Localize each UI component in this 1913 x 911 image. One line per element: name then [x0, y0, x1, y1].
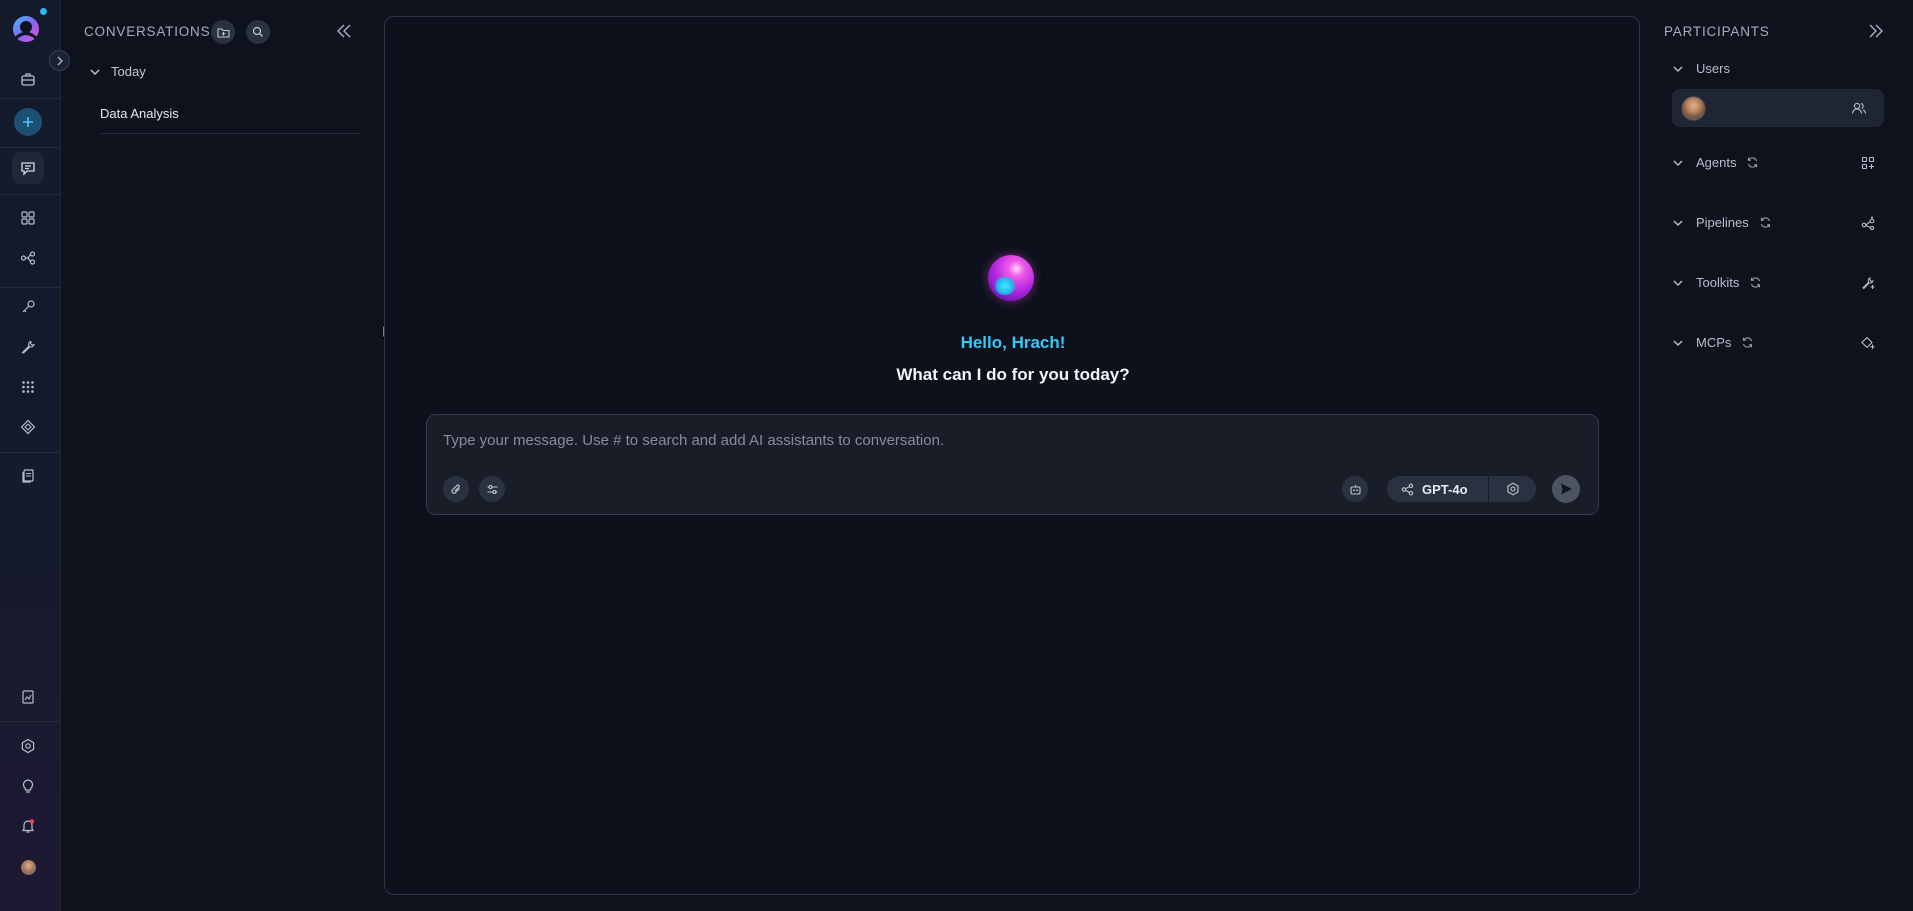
- chevron-down-icon: [90, 69, 100, 75]
- rail-divider: [0, 147, 61, 148]
- share-icon: [1401, 483, 1414, 495]
- section-label: Pipelines: [1696, 215, 1749, 230]
- settings-icon[interactable]: [12, 730, 44, 762]
- message-composer: GPT-4o: [426, 414, 1599, 515]
- key-icon[interactable]: [12, 291, 44, 323]
- lightbulb-icon[interactable]: [12, 770, 44, 802]
- message-input[interactable]: [443, 429, 1543, 451]
- chevron-down-icon: [1673, 220, 1683, 226]
- section-mcps[interactable]: MCPs: [1672, 335, 1754, 350]
- add-pipeline-icon[interactable]: [1861, 216, 1875, 230]
- reports-icon[interactable]: [12, 681, 44, 713]
- section-label: Users: [1696, 61, 1730, 76]
- section-pipelines[interactable]: Pipelines: [1672, 215, 1772, 230]
- icon-rail: [0, 0, 70, 911]
- paperclip-icon: [450, 483, 460, 494]
- apps-icon[interactable]: [12, 371, 44, 403]
- section-toolkits[interactable]: Toolkits: [1672, 275, 1762, 290]
- refresh-icon[interactable]: [1746, 156, 1759, 169]
- rail-divider: [0, 194, 61, 195]
- participants-title: PARTICIPANTS: [1664, 24, 1770, 39]
- chevron-down-icon: [1673, 340, 1683, 346]
- options-button[interactable]: [479, 476, 505, 502]
- chevron-down-icon: [1673, 66, 1683, 72]
- user-avatar-icon: [20, 859, 36, 875]
- conversations-title: CONVERSATIONS: [84, 24, 211, 39]
- rail-divider: [0, 452, 61, 453]
- sliders-icon: [487, 484, 497, 494]
- briefcase-icon[interactable]: [12, 63, 44, 95]
- search-icon: [252, 26, 263, 37]
- model-select-button[interactable]: GPT-4o: [1387, 476, 1489, 502]
- participants-panel: PARTICIPANTS Users Agents Pipelines Tool…: [1640, 0, 1913, 911]
- expand-sidebar-button[interactable]: [49, 50, 70, 71]
- status-dot: [40, 8, 47, 15]
- folder-plus-icon: [216, 27, 230, 38]
- double-chevron-right-icon: [1869, 24, 1883, 38]
- chat-area: Hello, Hrach! What can I do for you toda…: [384, 16, 1640, 895]
- section-users[interactable]: Users: [1672, 61, 1730, 76]
- section-label: MCPs: [1696, 335, 1732, 350]
- search-conversations-button[interactable]: [246, 20, 270, 44]
- app-logo-icon[interactable]: [11, 14, 41, 44]
- greeting: Hello, Hrach!: [960, 333, 1066, 352]
- group-today[interactable]: Today: [89, 64, 146, 79]
- chat-icon[interactable]: [12, 152, 44, 184]
- collapse-conversations-button[interactable]: [335, 22, 353, 40]
- user-participant-card[interactable]: [1672, 89, 1884, 127]
- prompt-question: What can I do for you today?: [896, 365, 1130, 384]
- avatar[interactable]: [12, 851, 44, 883]
- section-label: Toolkits: [1696, 275, 1740, 290]
- user-avatar: [1681, 96, 1706, 121]
- rail-divider: [0, 287, 61, 288]
- gear-icon: [1506, 482, 1519, 496]
- new-folder-button[interactable]: [211, 20, 235, 44]
- model-selector: GPT-4o: [1387, 476, 1536, 502]
- conversation-item-data-analysis[interactable]: Data Analysis: [100, 106, 179, 121]
- chevron-right-icon: [57, 56, 63, 65]
- robot-icon: [1349, 484, 1361, 495]
- toolkit-icon[interactable]: [12, 411, 44, 443]
- wrench-icon[interactable]: [12, 331, 44, 363]
- assistant-orb-icon: [988, 255, 1034, 301]
- send-button[interactable]: [1552, 475, 1580, 503]
- chevron-down-icon: [1673, 160, 1683, 166]
- group-label: Today: [111, 64, 146, 79]
- send-icon: [1561, 483, 1572, 495]
- section-agents[interactable]: Agents: [1672, 155, 1759, 170]
- conversations-panel: CONVERSATIONS Today Data Analysis: [61, 0, 405, 911]
- rail-divider: [0, 721, 61, 722]
- grid-icon[interactable]: [12, 202, 44, 234]
- pipelines-icon[interactable]: [12, 242, 44, 274]
- model-name: GPT-4o: [1422, 481, 1468, 497]
- section-label: Agents: [1696, 155, 1737, 170]
- add-agent-icon[interactable]: [1861, 156, 1875, 170]
- attach-button[interactable]: [443, 476, 469, 502]
- conversation-divider: [100, 133, 360, 134]
- notifications-icon[interactable]: [12, 810, 44, 842]
- chevron-down-icon: [1673, 280, 1683, 286]
- refresh-icon[interactable]: [1759, 216, 1772, 229]
- documents-icon[interactable]: [12, 460, 44, 492]
- refresh-icon[interactable]: [1741, 336, 1754, 349]
- rail-divider: [0, 98, 61, 99]
- double-chevron-left-icon: [337, 24, 351, 38]
- plus-icon: [23, 117, 33, 127]
- users-group-icon[interactable]: [1851, 101, 1867, 115]
- new-conversation-button[interactable]: [14, 108, 42, 136]
- add-toolkit-icon[interactable]: [1861, 276, 1875, 290]
- model-settings-button[interactable]: [1489, 476, 1536, 502]
- add-mcp-icon[interactable]: [1861, 336, 1875, 350]
- add-assistant-button[interactable]: [1342, 476, 1368, 502]
- collapse-participants-button[interactable]: [1867, 22, 1885, 40]
- refresh-icon[interactable]: [1749, 276, 1762, 289]
